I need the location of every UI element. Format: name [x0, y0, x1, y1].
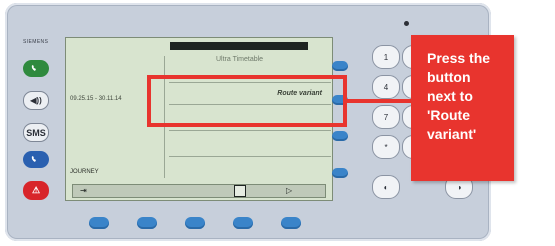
speaker-icon: ◀)) — [30, 96, 42, 105]
contrast-down-key[interactable]: ◐ — [372, 175, 400, 199]
softkey-right-3[interactable] — [332, 131, 348, 141]
softkey-bottom-3[interactable] — [185, 217, 205, 229]
route-variant-highlight — [147, 75, 347, 127]
nav-left-icon[interactable]: ⇥ — [80, 186, 87, 195]
screen-header-bar — [170, 42, 308, 50]
phone-blue-icon — [30, 154, 42, 166]
warning-icon: ⚠ — [31, 185, 41, 195]
softkey-right-1[interactable] — [332, 61, 348, 71]
screen-row-divider — [169, 156, 331, 157]
callout-connector — [347, 99, 411, 103]
screen-title: Ultra Timetable — [216, 56, 264, 63]
softkey-right-4[interactable] — [332, 168, 348, 178]
phone-green-icon — [30, 63, 42, 75]
phone-blue-button[interactable] — [23, 151, 49, 168]
brand-label: SIEMENS — [23, 39, 49, 45]
softkey-bottom-4[interactable] — [233, 217, 253, 229]
journey-label: JOURNEY — [70, 169, 99, 175]
callout-text: Press the button next to 'Route variant' — [427, 50, 491, 142]
keypad-key-star[interactable]: * — [372, 135, 400, 159]
nav-right-icon[interactable]: ▷ — [286, 186, 292, 195]
softkey-bottom-2[interactable] — [137, 217, 157, 229]
keypad-key-4[interactable]: 4 — [372, 75, 400, 99]
instruction-callout: Press the button next to 'Route variant' — [411, 35, 514, 181]
phone-green-button[interactable] — [23, 60, 49, 77]
sms-label: SMS — [26, 127, 46, 138]
date-range: 09.25.15 - 30.11.14 — [70, 96, 122, 102]
speaker-button[interactable]: ◀)) — [23, 91, 49, 110]
warning-button[interactable]: ⚠ — [23, 181, 49, 200]
keypad-key-1[interactable]: 1 — [372, 45, 400, 69]
sms-button[interactable]: SMS — [23, 123, 49, 142]
keypad-key-7[interactable]: 7 — [372, 105, 400, 129]
softkey-bottom-5[interactable] — [281, 217, 301, 229]
softkey-bottom-1[interactable] — [89, 217, 109, 229]
status-led — [404, 21, 409, 26]
nav-slider-handle[interactable] — [234, 185, 246, 197]
screen-row-divider — [169, 130, 331, 131]
